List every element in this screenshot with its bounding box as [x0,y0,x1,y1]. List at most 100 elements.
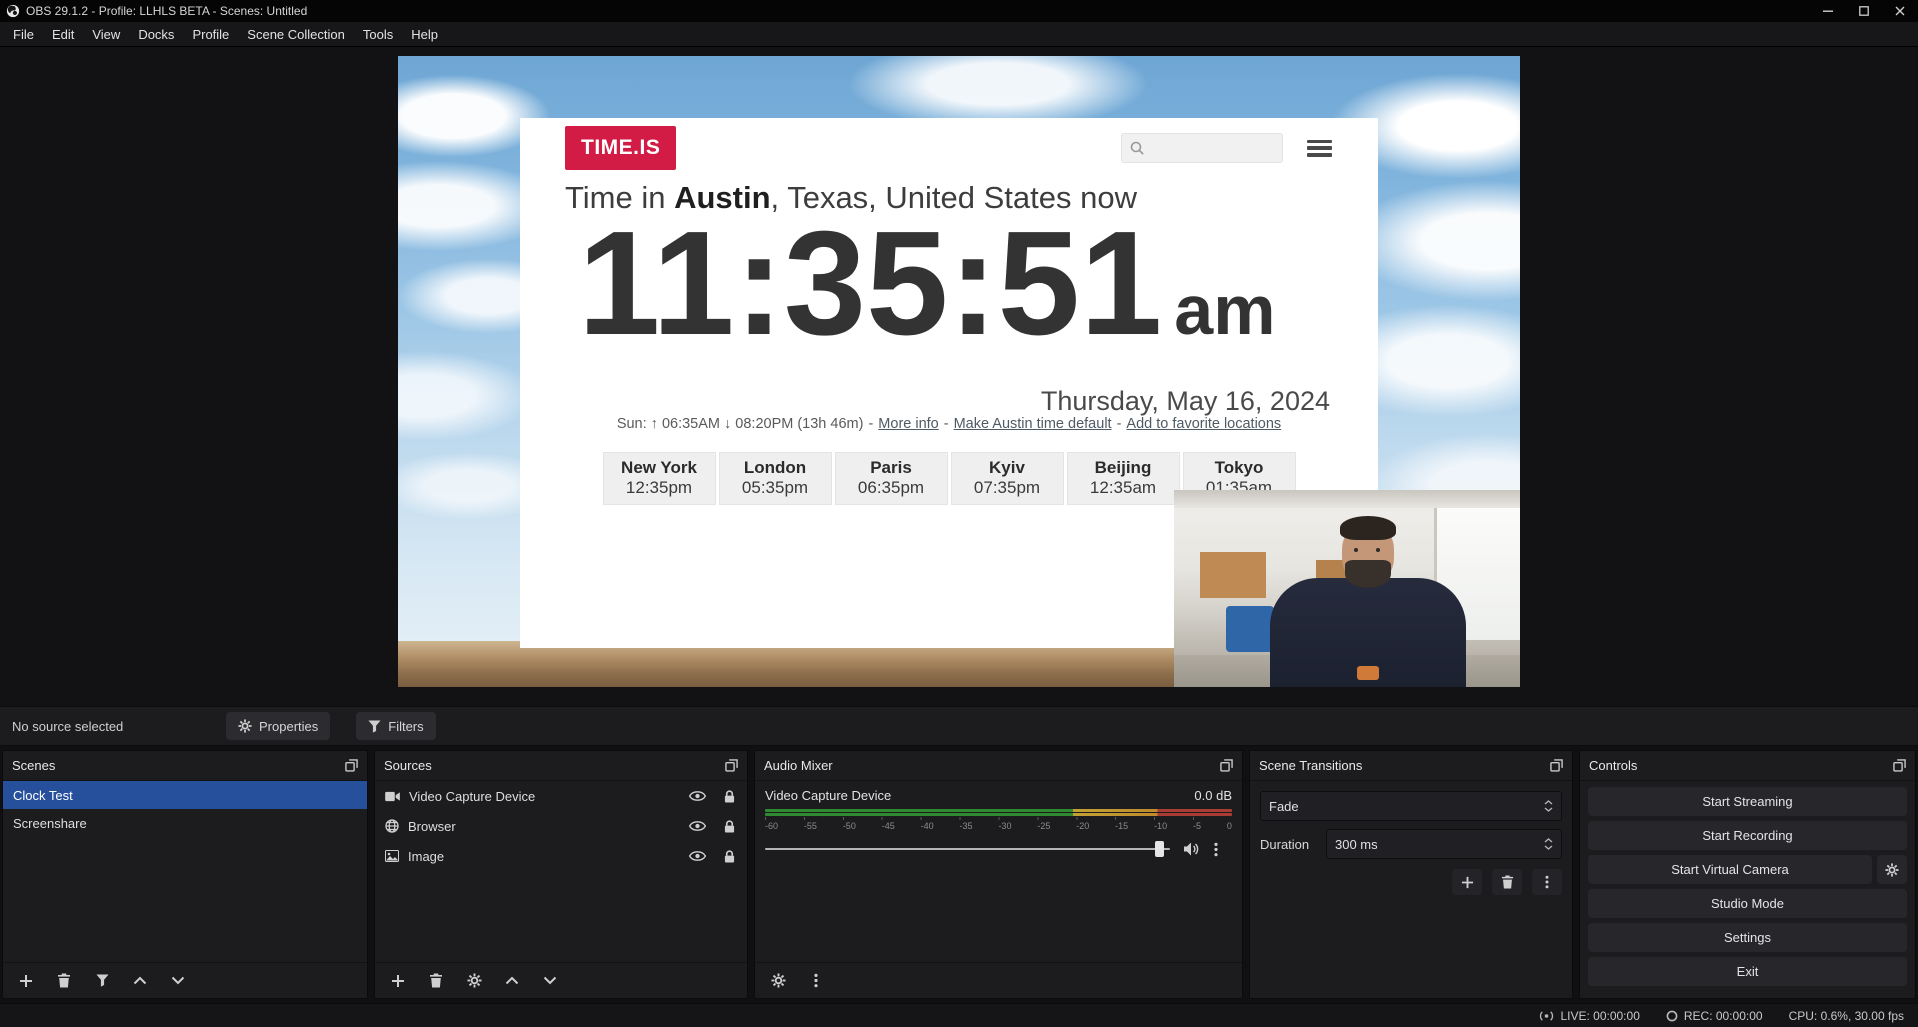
remove-source-button[interactable] [425,970,447,992]
scenes-dock-header[interactable]: Scenes [3,751,367,781]
add-transition-button[interactable] [1452,869,1482,895]
obs-window: OBS 29.1.2 - Profile: LLHLS BETA - Scene… [0,0,1918,1027]
exit-button[interactable]: Exit [1588,957,1907,986]
scene-item-screenshare[interactable]: Screenshare [3,809,367,837]
menu-bar: File Edit View Docks Profile Scene Colle… [0,22,1918,46]
mixer-channel-menu-button[interactable] [1214,842,1218,857]
city-card-beijing: Beijing 12:35am [1067,452,1180,505]
source-properties-button[interactable] [463,970,485,992]
duration-input[interactable]: 300 ms [1326,829,1562,859]
popout-icon[interactable] [1893,759,1906,772]
properties-button[interactable]: Properties [226,712,330,740]
menu-docks[interactable]: Docks [129,22,183,46]
remove-scene-button[interactable] [53,970,75,992]
remove-transition-button[interactable] [1492,869,1522,895]
timeis-logo: TIME.IS [565,126,676,170]
menu-help[interactable]: Help [402,22,447,46]
popout-icon[interactable] [345,759,358,772]
advanced-audio-button[interactable] [767,970,789,992]
chevron-down-icon [171,976,185,985]
studio-mode-button[interactable]: Studio Mode [1588,889,1907,918]
lock-toggle[interactable] [724,820,735,833]
webcam-video-source[interactable] [1174,490,1520,687]
duration-increase-button[interactable] [1544,838,1553,843]
start-virtual-camera-button[interactable]: Start Virtual Camera [1588,855,1872,884]
filters-button[interactable]: Filters [356,712,435,740]
duration-decrease-button[interactable] [1544,845,1553,850]
city-card-paris: Paris 06:35pm [835,452,948,505]
lock-toggle[interactable] [724,790,735,803]
scene-item-clock-test[interactable]: Clock Test [3,781,367,809]
eye-icon [689,821,706,831]
menu-view[interactable]: View [83,22,129,46]
visibility-toggle[interactable] [689,851,706,861]
status-bar: LIVE: 00:00:00 REC: 00:00:00 CPU: 0.6%, … [0,1003,1918,1027]
preview-area: TIME.IS Time in Austin, Texas, United St… [0,46,1918,706]
chevron-down-icon [543,976,557,985]
lock-toggle[interactable] [724,850,735,863]
lock-icon [724,790,735,803]
visibility-toggle[interactable] [689,821,706,831]
popout-icon[interactable] [1550,759,1563,772]
plus-icon [391,974,405,988]
sources-dock-title: Sources [384,758,432,773]
minimize-button[interactable] [1810,0,1846,22]
no-source-status: No source selected [12,719,123,734]
scenes-list: Clock Test Screenshare [3,781,367,962]
audio-mixer-dock: Audio Mixer Video Capture Device 0.0 dB … [754,750,1243,999]
source-item-image[interactable]: Image [375,841,747,871]
scenes-dock: Scenes Clock Test Screenshare [2,750,368,999]
transition-properties-button[interactable] [1532,869,1562,895]
plus-icon [19,974,33,988]
scene-filters-button[interactable] [91,970,113,992]
volume-slider-handle[interactable] [1155,841,1164,857]
transitions-dock-header[interactable]: Scene Transitions [1250,751,1572,781]
title-bar[interactable]: OBS 29.1.2 - Profile: LLHLS BETA - Scene… [0,0,1918,22]
source-item-video-capture-device[interactable]: Video Capture Device [375,781,747,811]
globe-icon [385,819,399,833]
search-icon [1130,141,1144,155]
sources-dock-header[interactable]: Sources [375,751,747,781]
source-label: Video Capture Device [409,789,535,804]
speaker-icon [1184,842,1200,856]
mixer-menu-button[interactable] [805,970,827,992]
maximize-button[interactable] [1846,0,1882,22]
source-item-browser[interactable]: Browser [375,811,747,841]
settings-button[interactable]: Settings [1588,923,1907,952]
move-source-up-button[interactable] [501,970,523,992]
start-recording-button[interactable]: Start Recording [1588,821,1907,850]
transition-select[interactable]: Fade [1260,791,1562,821]
start-streaming-button[interactable]: Start Streaming [1588,787,1907,816]
scenes-toolbar [3,962,367,998]
menu-file[interactable]: File [4,22,43,46]
preview-canvas[interactable]: TIME.IS Time in Austin, Texas, United St… [398,56,1520,687]
menu-edit[interactable]: Edit [43,22,83,46]
move-source-down-button[interactable] [539,970,561,992]
mute-button[interactable] [1184,842,1200,856]
source-context-toolbar: No source selected Properties Filters [0,706,1918,746]
menu-scene-collection[interactable]: Scene Collection [238,22,354,46]
sources-list: Video Capture Device Browser [375,781,747,962]
volume-slider[interactable] [765,840,1170,858]
audio-mixer-dock-title: Audio Mixer [764,758,833,773]
chevron-up-icon [1544,838,1553,843]
move-scene-down-button[interactable] [167,970,189,992]
add-scene-button[interactable] [15,970,37,992]
kebab-icon [1545,875,1549,889]
move-scene-up-button[interactable] [129,970,151,992]
menu-profile[interactable]: Profile [183,22,238,46]
timeis-header: TIME.IS [565,126,1332,170]
popout-icon[interactable] [1220,759,1233,772]
menu-tools[interactable]: Tools [354,22,402,46]
eye-icon [689,851,706,861]
timeis-link-make-default: Make Austin time default [954,416,1112,432]
add-source-button[interactable] [387,970,409,992]
close-button[interactable] [1882,0,1918,22]
plus-icon [1461,876,1474,889]
virtual-camera-config-button[interactable] [1877,855,1907,884]
visibility-toggle[interactable] [689,791,706,801]
controls-dock-header[interactable]: Controls [1580,751,1915,781]
popout-icon[interactable] [725,759,738,772]
source-label: Image [408,849,444,864]
audio-mixer-dock-header[interactable]: Audio Mixer [755,751,1242,781]
